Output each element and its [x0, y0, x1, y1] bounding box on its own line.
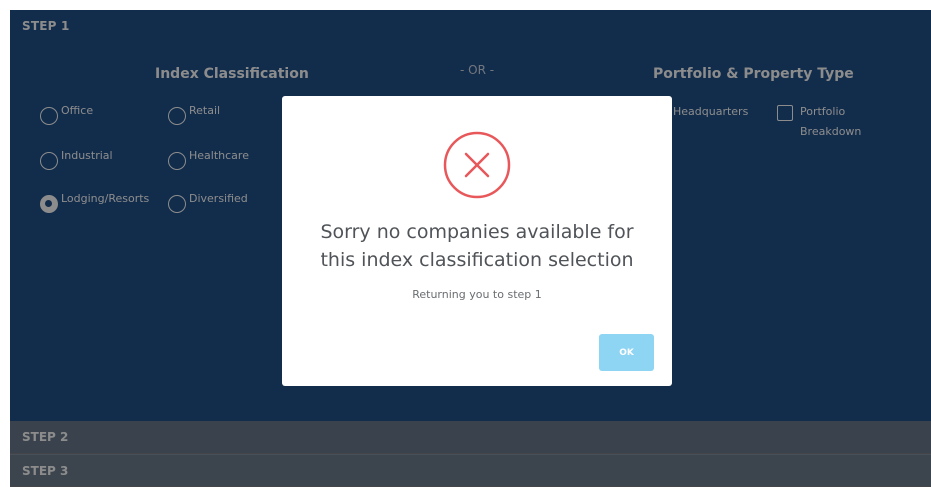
close-circle-icon — [443, 131, 511, 199]
dialog-title-line2: this index classification selection — [320, 249, 634, 271]
ok-button[interactable]: OK — [599, 334, 654, 371]
error-dialog: Sorry no companies available for this in… — [282, 96, 672, 386]
wizard-container: STEP 1 Index Classification - OR - Portf… — [10, 10, 931, 487]
dialog-title-line1: Sorry no companies available for — [320, 221, 634, 243]
dialog-title: Sorry no companies available for this in… — [282, 218, 672, 274]
dialog-message: Returning you to step 1 — [412, 288, 542, 301]
